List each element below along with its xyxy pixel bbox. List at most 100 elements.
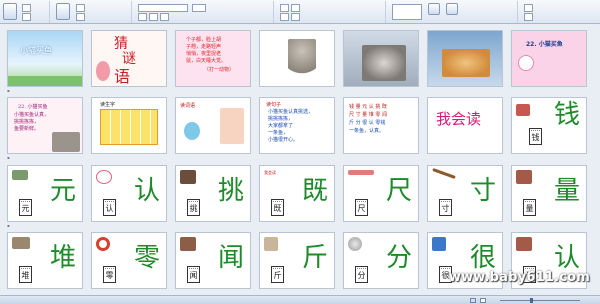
find-icon[interactable] (524, 4, 533, 12)
slide-13[interactable]: 我会读 (427, 97, 503, 154)
riddle-line: 个子都，脸上胡 (186, 37, 222, 43)
slide-23[interactable]: 零 零 (91, 232, 167, 289)
layout-icon[interactable] (76, 4, 85, 12)
ribbon-group-slides (52, 1, 132, 23)
character-card: 认 (103, 199, 116, 216)
slide-17[interactable]: 挑 挑 (175, 165, 251, 222)
slide-16[interactable]: 认 认 (91, 165, 167, 222)
new-slide-button[interactable] (56, 3, 70, 20)
slide-12[interactable]: 钱 量 元 认 挑 既 尺 寸 量 堆 零 闻 斤 分 很 认 零钱 一条鱼，认… (343, 97, 419, 154)
copy-icon[interactable] (22, 13, 31, 21)
slide-label: 读句子 (266, 102, 282, 108)
bold-icon[interactable] (138, 13, 147, 21)
replace-icon[interactable] (524, 13, 533, 21)
slide-25[interactable]: 斤 斤 (259, 232, 335, 289)
font-name-field[interactable] (138, 4, 188, 12)
slide-19[interactable]: 尺 尺 (343, 165, 419, 222)
slide-20[interactable]: 寸 寸 (427, 165, 503, 222)
hello-kitty-decoration (518, 55, 534, 71)
person-image (516, 237, 532, 251)
watermark: www.baby611.com (448, 270, 590, 285)
slide-10[interactable]: 读词语 (175, 97, 251, 154)
slide-26[interactable]: 分 分 (343, 232, 419, 289)
big-character: 认 (134, 176, 161, 206)
paste-button[interactable] (3, 3, 17, 20)
slide-4[interactable] (259, 30, 335, 87)
slide-15[interactable]: 元 元 (7, 165, 83, 222)
character-card: 尺 (355, 199, 368, 216)
slide-marker: ▪ (7, 88, 10, 93)
slide-label: 读生字 (100, 102, 116, 108)
align-left-icon[interactable] (280, 13, 289, 21)
text-line: 斤 分 很 认 零钱 (349, 120, 386, 126)
font-size-field[interactable] (192, 4, 206, 12)
slide-5[interactable] (343, 30, 419, 87)
view-sorter-icon[interactable] (480, 298, 486, 303)
view-normal-icon[interactable] (470, 298, 476, 303)
big-character: 分 (386, 243, 413, 273)
slide-6[interactable] (427, 30, 503, 87)
slide-8[interactable]: 22. 小猫买鱼 小猫买鱼认真， 挑挑拣拣， 鱼要新鲜。 (7, 97, 83, 154)
fruit-image (180, 170, 196, 184)
text-line: 小猫买鱼认真， (14, 112, 50, 118)
character-card: 分 (355, 266, 368, 283)
text-line: 鱼要新鲜。 (14, 126, 40, 132)
text-line: 挑挑拣拣， (268, 116, 294, 122)
big-character: 认 (554, 243, 581, 273)
zoom-handle[interactable] (530, 298, 533, 303)
character-card: 寸 (439, 199, 452, 216)
coin-image (348, 237, 362, 251)
zero-image (96, 237, 110, 251)
cut-icon[interactable] (22, 4, 31, 12)
numbering-icon[interactable] (291, 4, 300, 12)
character-card: 元 (19, 199, 32, 216)
quick-styles-button[interactable] (446, 3, 458, 15)
text-line: 一条鱼，认真。 (349, 128, 385, 134)
slide-18[interactable]: 我会读 既 既 (259, 165, 335, 222)
smelling-image (180, 237, 196, 251)
ribbon-group-editing (520, 1, 600, 23)
slide-14[interactable]: 钱 钱 (511, 97, 587, 154)
slide-9[interactable]: 读生字 (91, 97, 167, 154)
slide-label: 我会读 (264, 170, 276, 175)
slide-3[interactable]: 个子都，脸上胡 子翘，走路轻声 悄悄，夜里捉老 鼠，白天睡大觉。 （打一动物） (175, 30, 251, 87)
big-character: 钱 (554, 100, 581, 130)
slide-2[interactable]: 猜 谜 语 (91, 30, 167, 87)
slide-7[interactable]: 22. 小猫买鱼 (511, 30, 587, 87)
person-image (516, 170, 532, 184)
slide-22[interactable]: 堆 堆 (7, 232, 83, 289)
reset-icon[interactable] (76, 13, 85, 21)
big-character: 很 (470, 243, 497, 273)
bullets-icon[interactable] (280, 4, 289, 12)
big-character: 尺 (386, 176, 413, 206)
money-image (516, 104, 530, 116)
text-line: 小猫很开心。 (268, 137, 299, 143)
ruler-image (348, 170, 374, 175)
riddle-line: 悄悄，夜里捉老 (186, 51, 222, 57)
big-character: 堆 (50, 243, 77, 273)
arrange-button[interactable] (428, 3, 440, 15)
text-line: 22. 小猫买鱼 (18, 104, 48, 110)
cat-cartoon-image (220, 108, 244, 144)
align-center-icon[interactable] (291, 13, 300, 21)
slide-11[interactable]: 读句子 小猫买鱼认真挑选， 挑挑拣拣， 大家都拿了 一条鱼， 小猫很开心。 (259, 97, 335, 154)
big-character: 零 (134, 243, 161, 273)
underline-icon[interactable] (160, 13, 169, 21)
slide-marker: ▪ (7, 155, 10, 160)
character-card: 量 (523, 199, 536, 216)
slide-21[interactable]: 量 量 (511, 165, 587, 222)
fish-bowl-image (184, 122, 200, 140)
slide-label: 读词语 (180, 103, 196, 109)
big-character: 元 (50, 176, 77, 206)
italic-icon[interactable] (149, 13, 158, 21)
slide-24[interactable]: 闻 闻 (175, 232, 251, 289)
text-line: 尺 寸 量 堆 零 闻 (349, 112, 387, 118)
status-bar (0, 295, 600, 304)
slide-1[interactable]: 小猫买鱼 (7, 30, 83, 87)
text-line: 大家都拿了 (268, 123, 294, 129)
text-line: 一条鱼， (268, 130, 289, 136)
zoom-slider[interactable] (500, 300, 580, 301)
character-grid (100, 109, 158, 145)
slide-title: 小猫买鱼 (20, 46, 52, 55)
shapes-icon[interactable] (392, 4, 422, 20)
